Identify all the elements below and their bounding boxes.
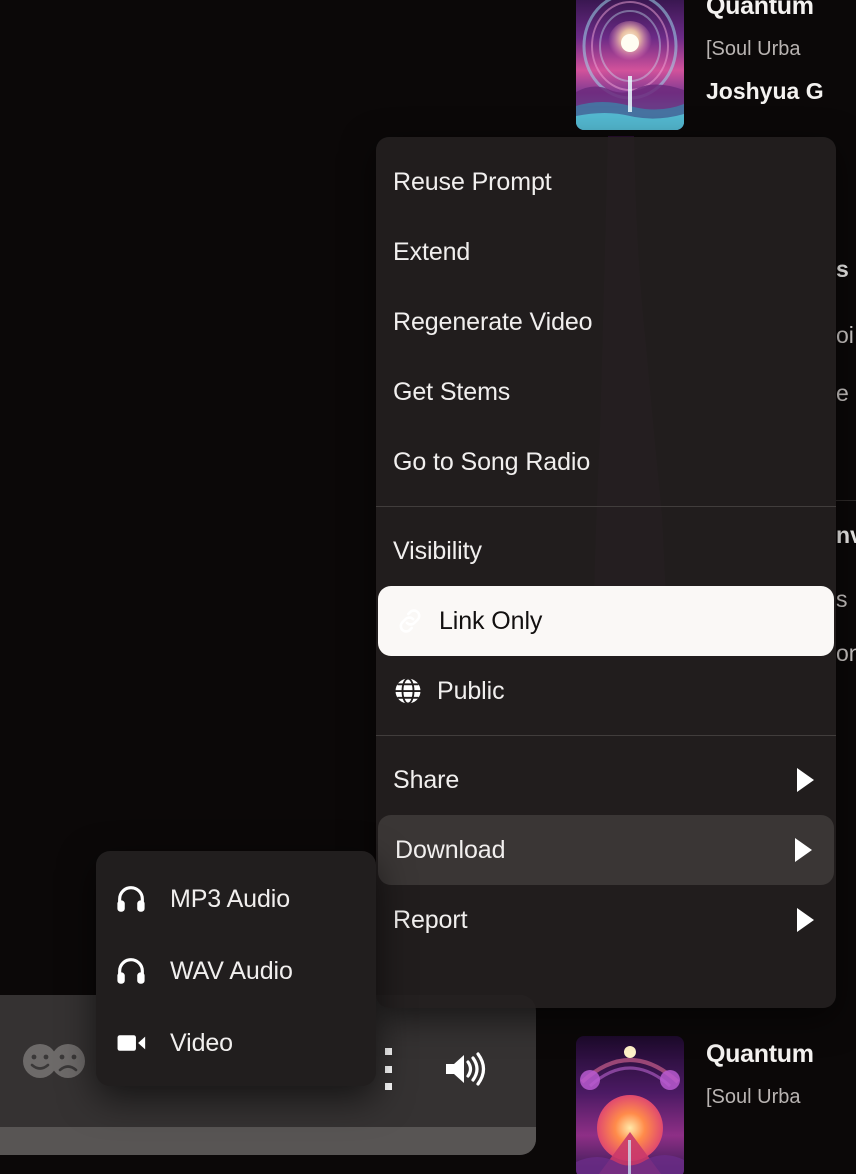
vertical-dots-icon[interactable] [381, 1048, 395, 1090]
menu-divider [376, 735, 836, 736]
submenu-item-video[interactable]: Video [96, 1007, 376, 1079]
menu-item-public[interactable]: Public [376, 656, 836, 726]
clipped-detail-column: s oi e nv s on [836, 0, 856, 1174]
edge-text-fragment: e [836, 380, 849, 406]
menu-item-link-only[interactable]: Link Only [378, 586, 834, 656]
edge-text-fragment: s [836, 256, 849, 282]
song-card[interactable]: Quantum [Soul Urba [576, 1036, 856, 1174]
menu-item-extend[interactable]: Extend [376, 217, 836, 287]
menu-item-label: Public [437, 676, 505, 705]
submenu-item-label: WAV Audio [170, 956, 293, 985]
menu-item-label: Share [393, 765, 460, 794]
chevron-right-icon [795, 838, 812, 862]
chevron-right-icon [797, 768, 814, 792]
menu-item-report[interactable]: Report [376, 885, 836, 955]
menu-item-label: Regenerate Video [393, 307, 593, 336]
song-context-menu[interactable]: Reuse Prompt Extend Regenerate Video Get… [376, 137, 836, 1008]
menu-item-label: Go to Song Radio [393, 447, 591, 476]
edge-divider [836, 500, 856, 501]
menu-item-label: Extend [393, 237, 471, 266]
menu-item-download[interactable]: Download [378, 815, 834, 885]
song-artist[interactable]: Joshyua G [706, 78, 824, 106]
edge-text-fragment: nv [836, 522, 856, 548]
submenu-item-wav-audio[interactable]: WAV Audio [96, 935, 376, 1007]
globe-icon [393, 676, 437, 706]
menu-item-label: Get Stems [393, 377, 511, 406]
menu-item-label: Link Only [439, 606, 543, 635]
album-art-thumbnail[interactable] [576, 0, 684, 130]
menu-item-go-to-song-radio[interactable]: Go to Song Radio [376, 427, 836, 497]
edge-text-fragment: on [836, 640, 856, 666]
reaction-buttons[interactable] [20, 1041, 88, 1086]
headphones-icon [114, 882, 170, 916]
menu-item-regenerate-video[interactable]: Regenerate Video [376, 287, 836, 357]
album-art-thumbnail[interactable] [576, 1036, 684, 1174]
submenu-item-label: Video [170, 1028, 233, 1057]
frowny-face-icon[interactable] [48, 1041, 88, 1086]
menu-item-reuse-prompt[interactable]: Reuse Prompt [376, 147, 836, 217]
menu-item-label: Download [395, 835, 506, 864]
menu-item-share[interactable]: Share [376, 745, 836, 815]
link-icon [395, 606, 439, 636]
menu-item-label: Reuse Prompt [393, 167, 552, 196]
song-style: [Soul Urba [706, 37, 801, 60]
video-camera-icon [114, 1026, 170, 1060]
download-submenu[interactable]: MP3 Audio WAV Audio Video [96, 851, 376, 1086]
submenu-item-mp3-audio[interactable]: MP3 Audio [96, 863, 376, 935]
menu-divider [376, 506, 836, 507]
song-title: Quantum [706, 0, 814, 20]
song-meta: Quantum [Soul Urba Joshyua G [706, 0, 824, 105]
edge-text-fragment: oi [836, 322, 854, 348]
edge-text-fragment: s [836, 586, 848, 612]
menu-item-get-stems[interactable]: Get Stems [376, 357, 836, 427]
app-root: Quantum [Soul Urba Joshyua G Quantum [So… [0, 0, 856, 1174]
speaker-volume-icon[interactable] [440, 1047, 488, 1091]
submenu-item-label: MP3 Audio [170, 884, 291, 913]
song-meta: Quantum [Soul Urba [706, 1036, 814, 1109]
menu-section-label: Visibility [393, 536, 482, 565]
menu-section-heading-visibility: Visibility [376, 516, 836, 586]
song-style: [Soul Urba [706, 1085, 801, 1108]
song-title: Quantum [706, 1040, 814, 1068]
headphones-icon [114, 954, 170, 988]
menu-item-label: Report [393, 905, 468, 934]
song-card[interactable]: Quantum [Soul Urba Joshyua G [576, 0, 856, 130]
chevron-right-icon [797, 908, 814, 932]
